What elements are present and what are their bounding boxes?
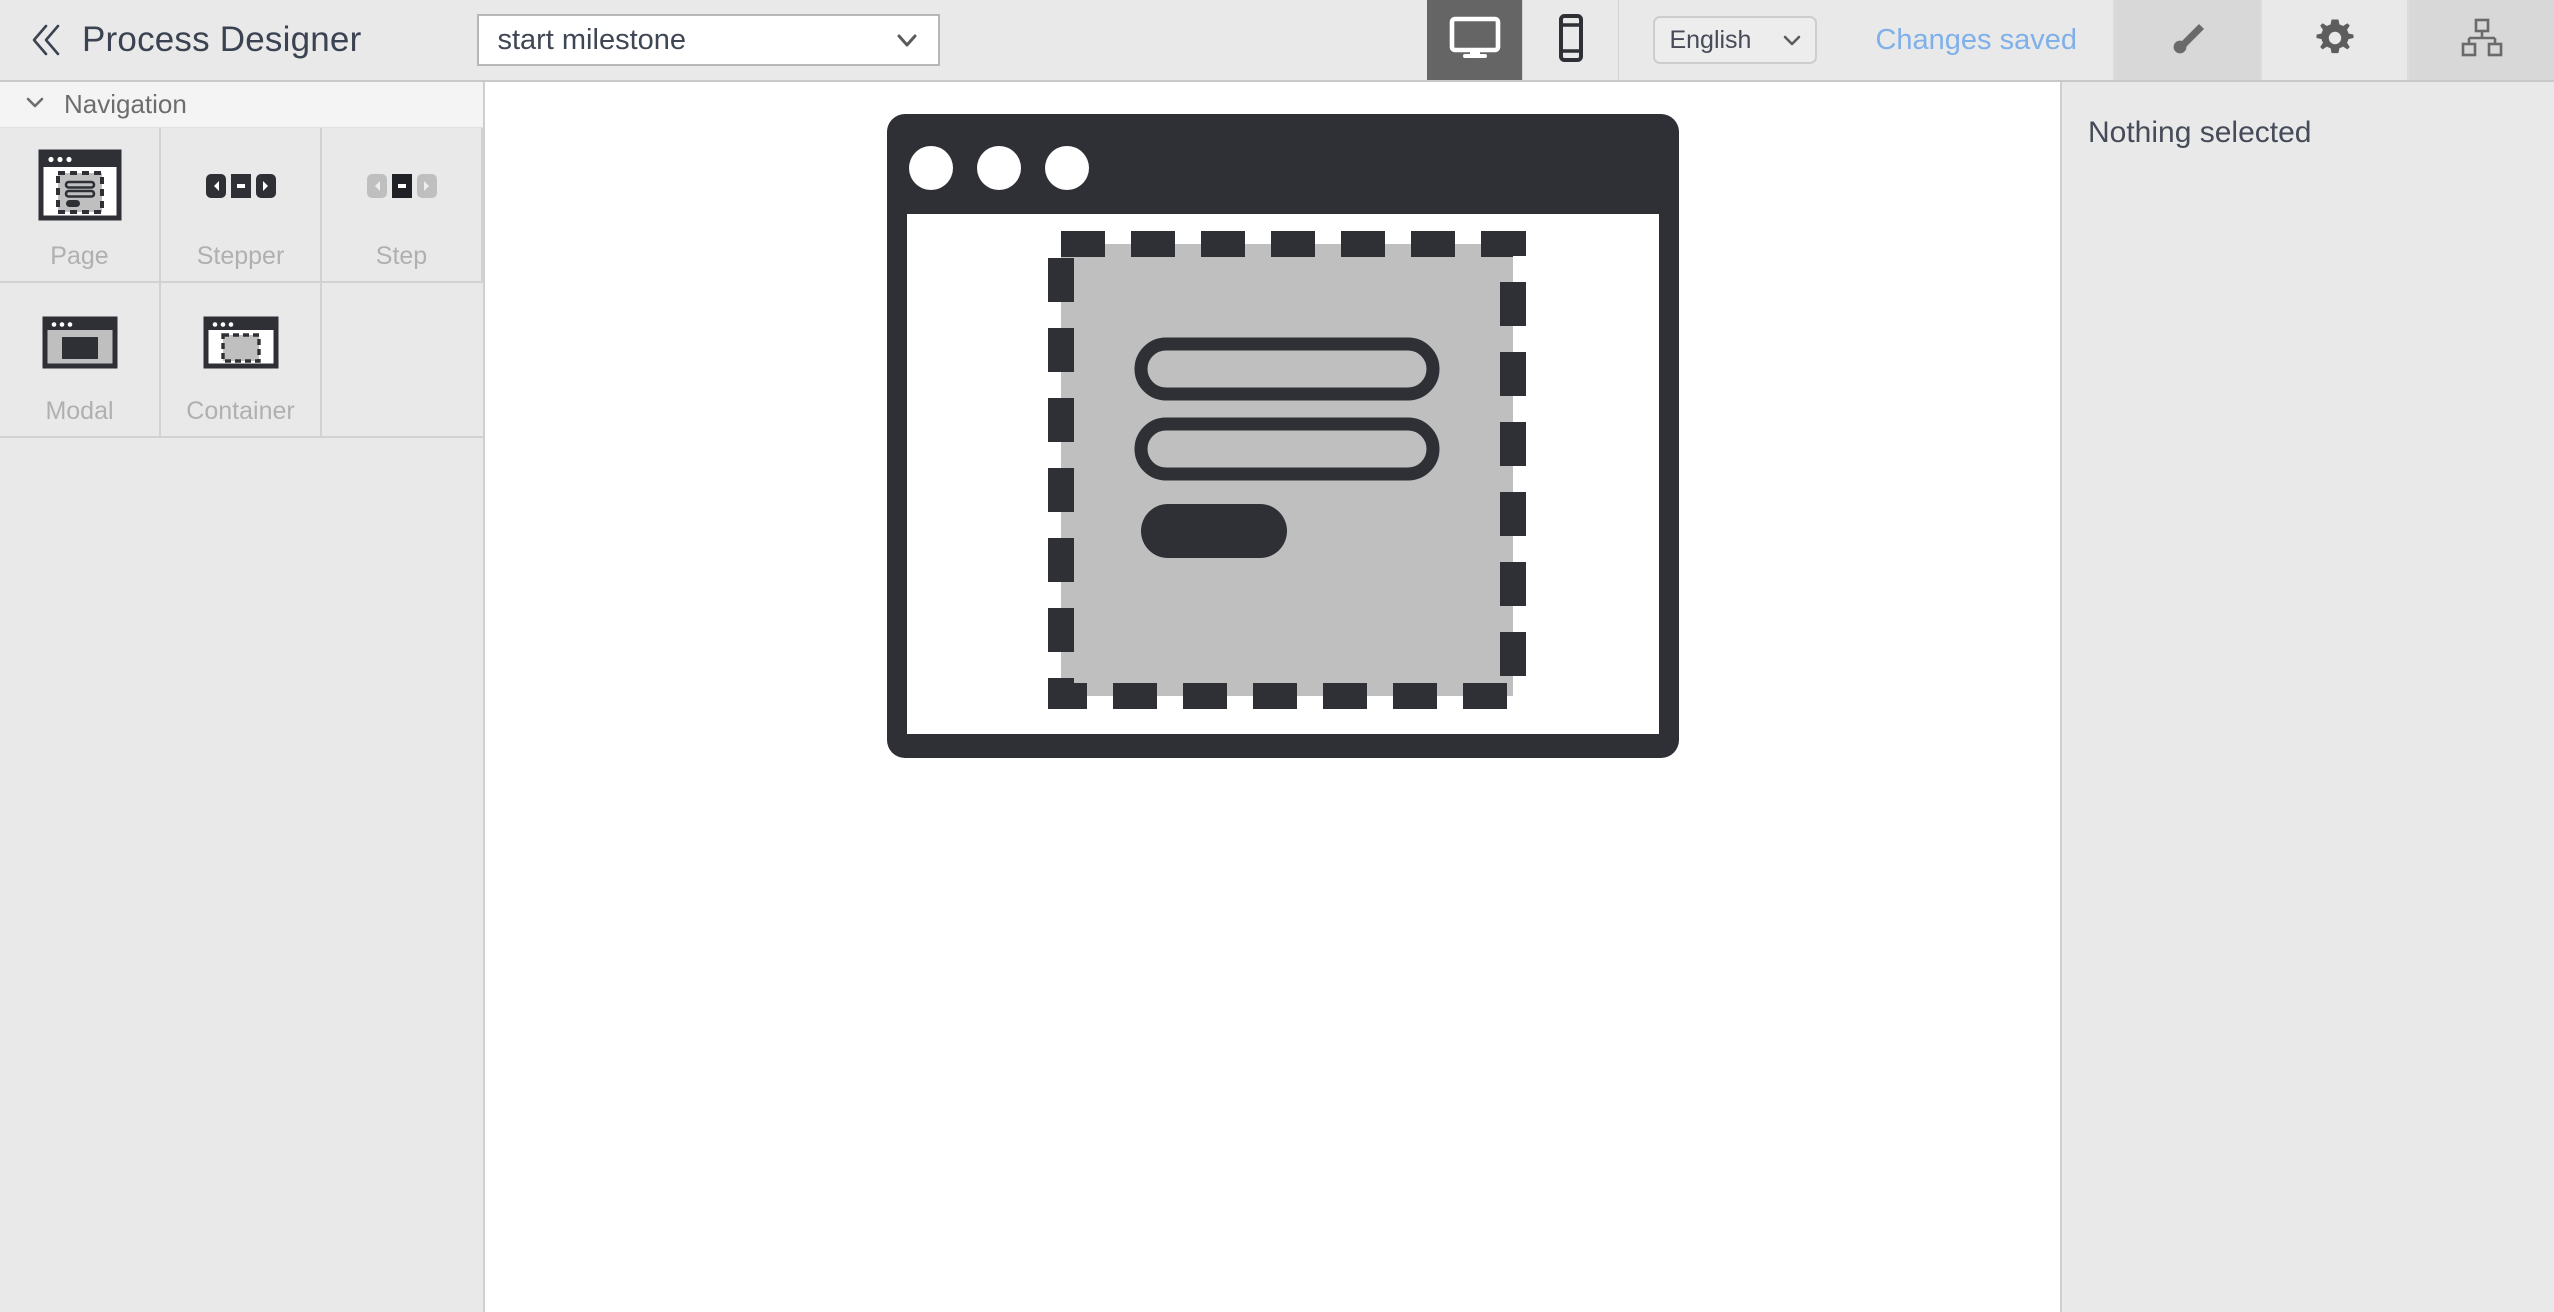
- stepper-icon: [161, 128, 320, 244]
- palette-item-label: Container: [186, 397, 295, 425]
- sitemap-hierarchy-icon: [2459, 17, 2505, 64]
- palette-item-label: Modal: [45, 397, 114, 425]
- process-designer-app: Process Designer start milestone English…: [0, 0, 2554, 1312]
- mobile-phone-icon: [1554, 13, 1588, 67]
- component-palette: Navigation Page Stepper Step Modal Conta…: [0, 82, 485, 1312]
- palette-item-modal[interactable]: Modal: [0, 283, 161, 438]
- page-title: Process Designer: [82, 20, 362, 59]
- language-select-value: English: [1669, 25, 1752, 54]
- viewport-desktop-button[interactable]: [1427, 0, 1524, 80]
- top-toolbar: Process Designer start milestone English…: [0, 0, 2554, 82]
- milestone-select[interactable]: start milestone: [477, 14, 941, 66]
- viewport-toggle-group: [1427, 0, 1620, 80]
- palette-section-label: Navigation: [64, 89, 187, 119]
- step-icon: [322, 128, 481, 244]
- palette-item-label: Step: [375, 242, 428, 270]
- tab-settings[interactable]: [2260, 0, 2407, 80]
- chevron-down-icon: [22, 89, 48, 120]
- inspector-panel: Nothing selected: [2060, 82, 2554, 1312]
- inspector-tab-group: [2113, 0, 2554, 80]
- language-select[interactable]: English: [1653, 16, 1818, 64]
- gear-icon: [2313, 16, 2357, 65]
- palette-item-container[interactable]: Container: [161, 283, 322, 438]
- back-to-overview-button[interactable]: Process Designer: [0, 0, 381, 80]
- palette-item-label: Stepper: [196, 242, 285, 270]
- toolbar-flex-spacer: [940, 0, 1427, 80]
- double-chevron-left-icon: [30, 20, 64, 60]
- palette-item-stepper[interactable]: Stepper: [161, 128, 322, 283]
- save-status-text: Changes saved: [1875, 23, 2077, 56]
- paintbrush-icon: [2166, 16, 2210, 65]
- inspector-empty-message: Nothing selected: [2088, 116, 2312, 149]
- tab-structure[interactable]: [2407, 0, 2554, 80]
- milestone-select-value: start milestone: [497, 23, 687, 56]
- viewport-mobile-button[interactable]: [1523, 0, 1620, 80]
- palette-item-page[interactable]: Page: [0, 128, 161, 283]
- page-window-icon: [0, 128, 159, 244]
- palette-item-step[interactable]: Step: [322, 128, 483, 283]
- container-window-icon: [161, 283, 320, 399]
- palette-empty-slot: [322, 283, 483, 438]
- chevron-down-icon: [1779, 27, 1805, 53]
- chevron-down-icon: [892, 25, 922, 55]
- workspace: Navigation Page Stepper Step Modal Conta…: [0, 82, 2554, 1312]
- palette-item-label: Page: [50, 242, 109, 270]
- palette-item-grid: Page Stepper Step Modal Container: [0, 128, 483, 438]
- page-preview-illustration[interactable]: [883, 110, 1683, 775]
- desktop-monitor-icon: [1449, 15, 1501, 66]
- palette-section-navigation[interactable]: Navigation: [0, 82, 483, 128]
- tab-style[interactable]: [2113, 0, 2260, 80]
- design-canvas[interactable]: [485, 82, 2060, 1312]
- modal-window-icon: [0, 283, 159, 399]
